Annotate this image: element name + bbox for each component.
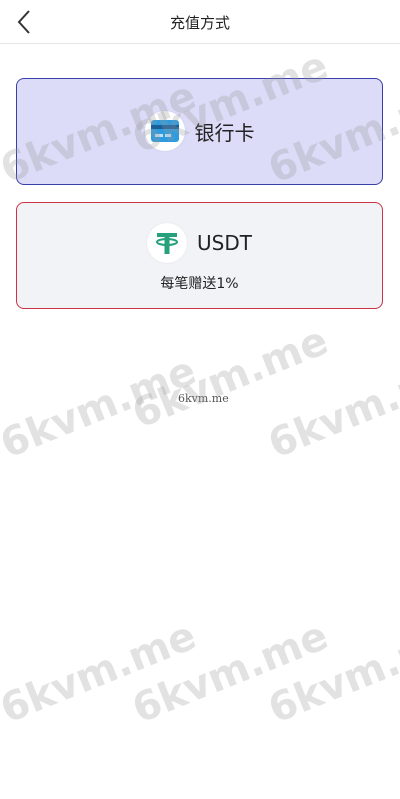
- bank-card-icon-badge: [144, 111, 185, 151]
- bank-card-option-row: 银行卡: [17, 111, 382, 151]
- usdt-label: USDT: [197, 231, 252, 255]
- tether-icon: [156, 233, 179, 254]
- bank-card-option[interactable]: 银行卡: [16, 78, 383, 185]
- watermark-text: 6kvm.me: [126, 612, 335, 733]
- bank-card-icon: [150, 120, 179, 142]
- watermark-text: 6kvm.me: [126, 317, 335, 438]
- watermark-text: 6kvm.me: [262, 612, 400, 733]
- page-title: 充值方式: [169, 14, 230, 32]
- usdt-option[interactable]: USDT 每笔赠送1%: [16, 202, 383, 309]
- recharge-method-page: 充值方式 银行卡 USDT 每笔赠送1% 6kvm.me 6kvm.me 6kv…: [0, 0, 400, 799]
- usdt-bonus-note: 每笔赠送1%: [160, 276, 239, 292]
- watermark-small-text: 6kvm.me: [178, 392, 229, 405]
- usdt-option-row: USDT: [17, 223, 382, 263]
- watermark-text: 6kvm.me: [262, 347, 400, 468]
- bank-card-label: 银行卡: [194, 120, 255, 145]
- top-bar: 充值方式: [0, 0, 400, 44]
- watermark-text: 6kvm.me: [0, 612, 203, 733]
- tether-icon-badge: [147, 223, 188, 263]
- watermark-text: 6kvm.me: [0, 347, 203, 468]
